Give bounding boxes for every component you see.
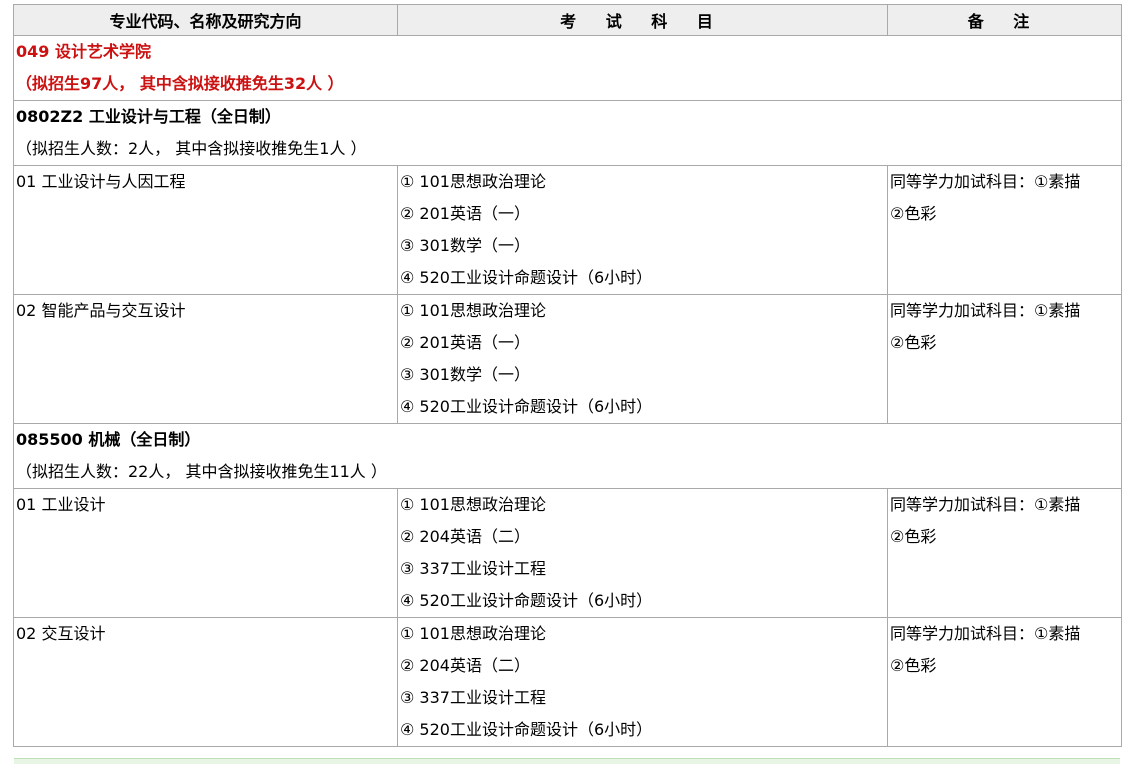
notes-cell: 同等学力加试科目：①素描 ②色彩 xyxy=(887,165,1122,295)
admission-plan-table: 专业代码、名称及研究方向 考 试 科 目 备 注 049 设计艺术学院 （拟招生… xyxy=(13,4,1122,747)
subject-item: ① 101思想政治理论 xyxy=(400,301,546,320)
subjects-cell: ① 101思想政治理论 ② 204英语（二） ③ 337工业设计工程 ④ 520… xyxy=(397,617,888,747)
direction-name-cell: 01 工业设计 xyxy=(13,488,398,618)
note-item: ②色彩 xyxy=(890,527,937,546)
subject-item: ② 201英语（一） xyxy=(400,333,530,352)
note-item: 同等学力加试科目：①素描 xyxy=(890,495,1081,514)
subject-item: ② 204英语（二） xyxy=(400,656,530,675)
direction-name-cell: 02 智能产品与交互设计 xyxy=(13,294,398,424)
subject-item: ④ 520工业设计命题设计（6小时） xyxy=(400,397,653,416)
next-section-edge xyxy=(14,758,1120,764)
major-title: 0802Z2 工业设计与工程（全日制） xyxy=(16,107,281,126)
subject-item: ② 204英语（二） xyxy=(400,527,530,546)
school-row: 049 设计艺术学院 （拟招生97人， 其中含拟接收推免生32人 ） xyxy=(13,35,1122,101)
direction-name: 01 工业设计 xyxy=(16,495,106,514)
direction-row: 02 交互设计 ① 101思想政治理论 ② 204英语（二） ③ 337工业设计… xyxy=(13,617,1122,747)
major-title: 085500 机械（全日制） xyxy=(16,430,201,449)
table-header-row: 专业代码、名称及研究方向 考 试 科 目 备 注 xyxy=(13,4,1122,36)
major-cell: 0802Z2 工业设计与工程（全日制） （拟招生人数：2人， 其中含拟接收推免生… xyxy=(13,100,1122,166)
school-quota: （拟招生97人， 其中含拟接收推免生32人 ） xyxy=(16,74,344,93)
subject-item: ④ 520工业设计命题设计（6小时） xyxy=(400,591,653,610)
subject-item: ③ 301数学（一） xyxy=(400,365,530,384)
subject-item: ④ 520工业设计命题设计（6小时） xyxy=(400,720,653,739)
subject-item: ① 101思想政治理论 xyxy=(400,172,546,191)
direction-name-cell: 01 工业设计与人因工程 xyxy=(13,165,398,295)
major-row: 085500 机械（全日制） （拟招生人数：22人， 其中含拟接收推免生11人 … xyxy=(13,423,1122,489)
direction-row: 02 智能产品与交互设计 ① 101思想政治理论 ② 201英语（一） ③ 30… xyxy=(13,294,1122,424)
direction-name: 02 智能产品与交互设计 xyxy=(16,301,186,320)
subject-item: ① 101思想政治理论 xyxy=(400,624,546,643)
subject-item: ③ 337工业设计工程 xyxy=(400,688,546,707)
note-item: ②色彩 xyxy=(890,656,937,675)
note-item: 同等学力加试科目：①素描 xyxy=(890,301,1081,320)
major-quota: （拟招生人数：22人， 其中含拟接收推免生11人 ） xyxy=(16,462,387,481)
header-major: 专业代码、名称及研究方向 xyxy=(13,4,398,36)
school-cell: 049 设计艺术学院 （拟招生97人， 其中含拟接收推免生32人 ） xyxy=(13,35,1122,101)
subject-item: ① 101思想政治理论 xyxy=(400,495,546,514)
subject-item: ④ 520工业设计命题设计（6小时） xyxy=(400,268,653,287)
admission-plan-page: 专业代码、名称及研究方向 考 试 科 目 备 注 049 设计艺术学院 （拟招生… xyxy=(0,0,1130,764)
major-row: 0802Z2 工业设计与工程（全日制） （拟招生人数：2人， 其中含拟接收推免生… xyxy=(13,100,1122,166)
note-item: 同等学力加试科目：①素描 xyxy=(890,624,1081,643)
direction-row: 01 工业设计与人因工程 ① 101思想政治理论 ② 201英语（一） ③ 30… xyxy=(13,165,1122,295)
notes-cell: 同等学力加试科目：①素描 ②色彩 xyxy=(887,294,1122,424)
major-cell: 085500 机械（全日制） （拟招生人数：22人， 其中含拟接收推免生11人 … xyxy=(13,423,1122,489)
direction-row: 01 工业设计 ① 101思想政治理论 ② 204英语（二） ③ 337工业设计… xyxy=(13,488,1122,618)
subject-item: ③ 301数学（一） xyxy=(400,236,530,255)
subjects-cell: ① 101思想政治理论 ② 201英语（一） ③ 301数学（一） ④ 520工… xyxy=(397,165,888,295)
notes-cell: 同等学力加试科目：①素描 ②色彩 xyxy=(887,617,1122,747)
subject-item: ② 201英语（一） xyxy=(400,204,530,223)
major-quota: （拟招生人数：2人， 其中含拟接收推免生1人 ） xyxy=(16,139,367,158)
direction-name: 01 工业设计与人因工程 xyxy=(16,172,186,191)
subject-item: ③ 337工业设计工程 xyxy=(400,559,546,578)
direction-name-cell: 02 交互设计 xyxy=(13,617,398,747)
subjects-cell: ① 101思想政治理论 ② 201英语（一） ③ 301数学（一） ④ 520工… xyxy=(397,294,888,424)
subjects-cell: ① 101思想政治理论 ② 204英语（二） ③ 337工业设计工程 ④ 520… xyxy=(397,488,888,618)
header-notes: 备 注 xyxy=(887,4,1122,36)
school-name: 049 设计艺术学院 xyxy=(16,42,151,61)
note-item: ②色彩 xyxy=(890,204,937,223)
header-subjects: 考 试 科 目 xyxy=(397,4,888,36)
direction-name: 02 交互设计 xyxy=(16,624,106,643)
note-item: ②色彩 xyxy=(890,333,937,352)
note-item: 同等学力加试科目：①素描 xyxy=(890,172,1081,191)
notes-cell: 同等学力加试科目：①素描 ②色彩 xyxy=(887,488,1122,618)
